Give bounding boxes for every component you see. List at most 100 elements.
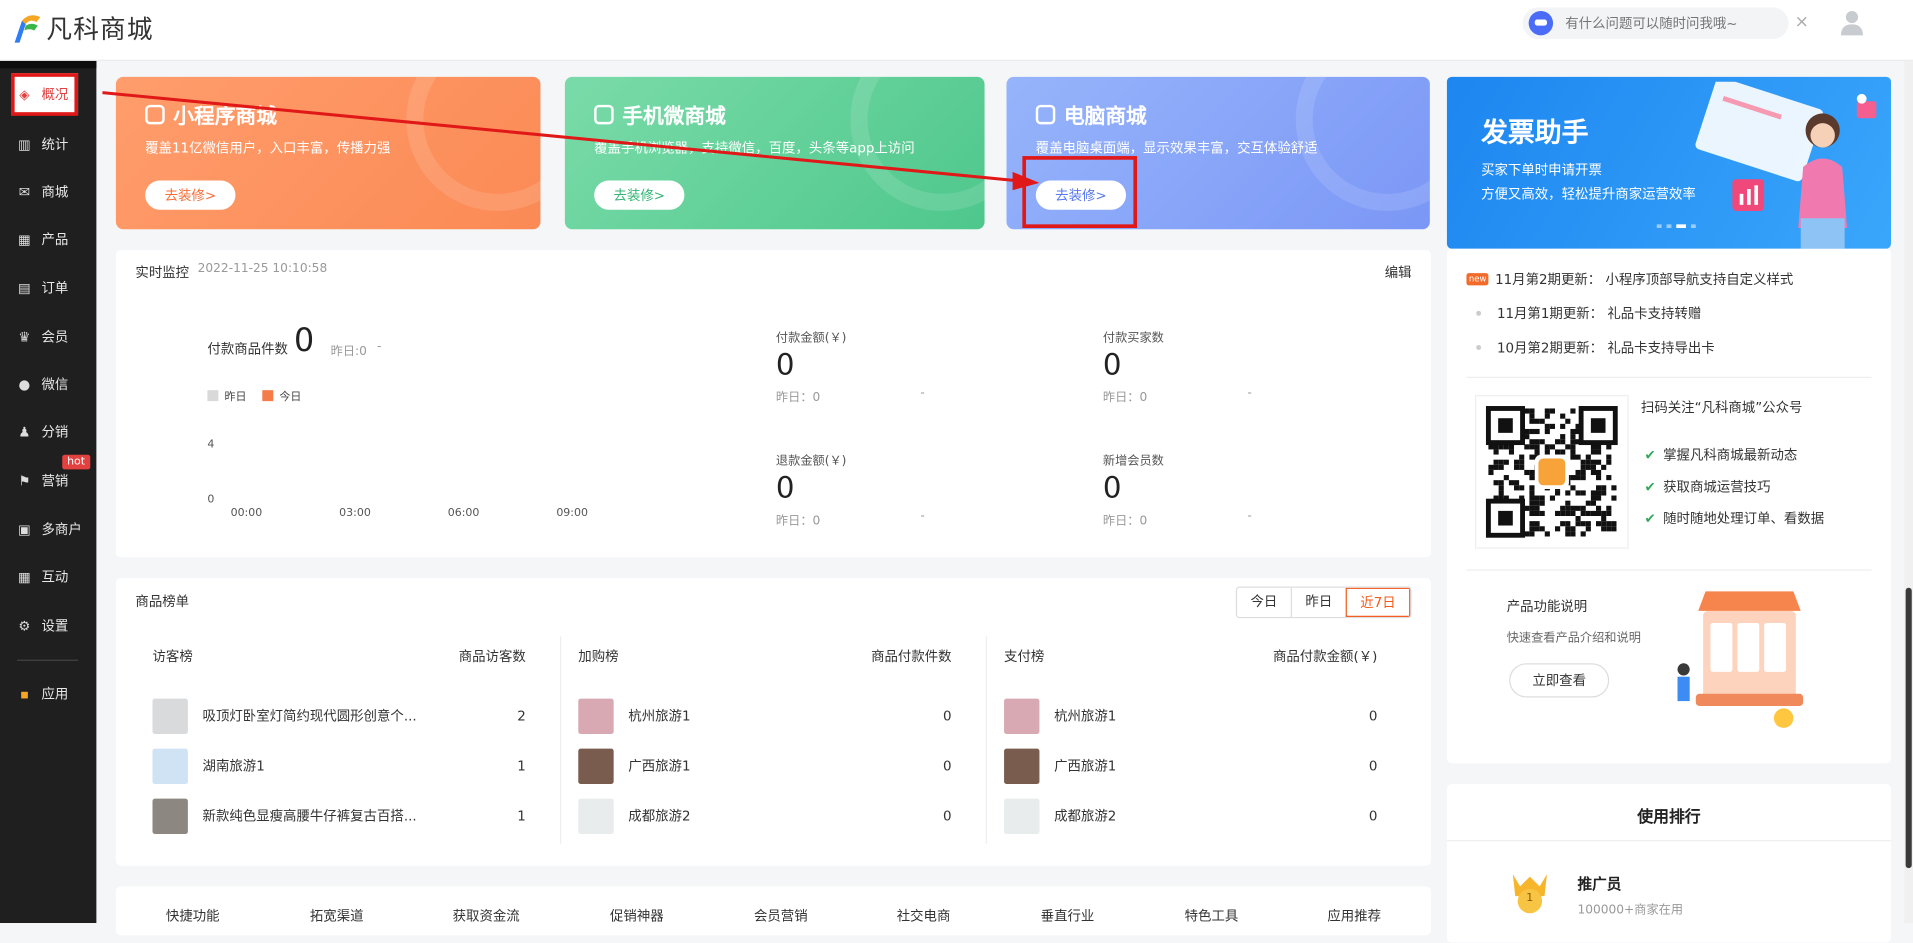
follow-title: 扫码关注“凡科商城”公众号	[1640, 399, 1803, 416]
check-icon: ✔	[1644, 510, 1656, 527]
column-divider	[559, 636, 562, 844]
benefit-item: ✔ 随时随地处理订单、看数据	[1645, 508, 1825, 528]
x-tick: 03:00	[339, 507, 371, 520]
kpi-value: 0	[1102, 470, 1122, 505]
tab-0[interactable]: 今日	[1237, 588, 1291, 617]
table-row[interactable]: 新款纯色显瘦高腰牛仔裤复古百搭... 1	[152, 797, 526, 834]
product-thumbnail	[152, 748, 188, 784]
column-header: 支付榜 商品付款金额(￥)	[1004, 646, 1377, 666]
kpi-dash: -	[1247, 509, 1252, 524]
paid-items-yesterday: 昨日:0	[330, 345, 367, 359]
product-metric: 0	[943, 707, 952, 724]
shop-illustration	[1677, 591, 1804, 728]
benefit-text: 随时随地处理订单、看数据	[1663, 510, 1825, 527]
bullet-icon	[1476, 310, 1482, 316]
kpi-label: 付款买家数	[1102, 331, 1164, 346]
column-metric: 商品访客数	[458, 648, 526, 665]
tab-2[interactable]: 近7日	[1345, 587, 1411, 617]
product-thumbnail	[1004, 698, 1040, 734]
kpi-3: 新增会员数 0 昨日：0 -	[1103, 450, 1347, 528]
update-item[interactable]: new 11月第2期更新： 小程序顶部导航支持自定义样式	[1466, 269, 1793, 289]
divider	[1446, 840, 1891, 842]
table-row[interactable]: 成都旅游2 0	[578, 797, 952, 834]
x-tick: 00:00	[230, 507, 263, 520]
update-text: 11月第1期更新： 礼品卡支持转赠	[1496, 306, 1702, 322]
kpi-2: 退款金额(￥) 0 昨日：0 -	[776, 450, 1020, 528]
updates-card: new 11月第2期更新： 小程序顶部导航支持自定义样式 11月第1期更新： 礼品卡…	[1446, 248, 1891, 764]
product-ranking-card: 商品榜单 今日 昨日 近7日 访客榜 商品访客数 吸顶灯卧室灯简约现代圆形创意个... 2…	[115, 577, 1432, 866]
kpi-yesterday-value: 昨日：0	[1102, 514, 1148, 528]
table-row[interactable]: 杭州旅游1 0	[1004, 697, 1377, 734]
kpi-yesterday-value: 昨日：0	[1102, 391, 1148, 405]
kpi-value: 0	[775, 470, 795, 505]
table-row[interactable]: 湖南旅游1 1	[152, 747, 526, 784]
product-name: 吸顶灯卧室灯简约现代圆形创意个...	[202, 708, 417, 725]
divider	[1466, 569, 1872, 571]
promo-carousel-dots[interactable]	[1656, 224, 1696, 229]
kpi-yesterday-value: 昨日：0	[775, 391, 821, 405]
product-metric: 0	[1368, 807, 1378, 824]
medal-rank: 1	[1526, 892, 1534, 905]
invoice-promo-banner[interactable]: 发票助手 买家下单时申请开票 方便又高效，轻松提升商家运营效率	[1446, 76, 1891, 249]
product-thumbnail	[578, 748, 614, 784]
divider	[1466, 376, 1872, 378]
ranking-column-1: 加购榜 商品付款件数 杭州旅游1 0 广西旅游1 0 成都旅游2 0	[560, 630, 970, 862]
monitor-timestamp: 2022-11-25 10:10:58	[197, 262, 328, 276]
usage-ranking-card: 使用排行 1 推广员 100000+商家在用	[1446, 784, 1891, 943]
edit-button[interactable]: 编辑	[1385, 262, 1412, 282]
product-name: 成都旅游2	[1054, 808, 1117, 825]
x-tick: 09:00	[556, 507, 588, 520]
intro-title: 产品功能说明	[1506, 598, 1588, 615]
table-row[interactable]: 成都旅游2 0	[1004, 797, 1377, 834]
medal-icon: 1	[1508, 869, 1552, 918]
update-item[interactable]: 10月第2期更新： 礼品卡支持导出卡	[1469, 338, 1715, 358]
product-name: 湖南旅游1	[202, 758, 265, 775]
product-name: 广西旅游1	[628, 758, 691, 775]
page-scrollbar[interactable]	[1904, 60, 1913, 924]
column-title: 加购榜	[578, 648, 619, 665]
table-row[interactable]: 杭州旅游1 0	[578, 697, 952, 734]
chart-legend: 昨日 今日	[207, 388, 301, 404]
x-tick: 06:00	[447, 507, 480, 520]
kpi-label: 付款金额(￥)	[775, 331, 847, 346]
table-row[interactable]: 广西旅游1 0	[578, 747, 952, 784]
usage-item-title: 推广员	[1577, 875, 1622, 893]
product-thumbnail	[1004, 798, 1040, 834]
y-tick-0: 0	[207, 493, 215, 507]
ranking-period-tabs: 今日 昨日 近7日	[1235, 586, 1412, 619]
product-thumbnail	[152, 698, 188, 734]
usage-title: 使用排行	[1637, 808, 1701, 827]
table-row[interactable]: 吸顶灯卧室灯简约现代圆形创意个... 2	[152, 697, 526, 734]
product-name: 广西旅游1	[1054, 758, 1117, 775]
promo-line1: 买家下单时申请开票	[1481, 162, 1602, 179]
kpi-label: 新增会员数	[1102, 454, 1164, 469]
column-metric: 商品付款件数	[871, 648, 952, 665]
update-item[interactable]: 11月第1期更新： 礼品卡支持转赠	[1469, 304, 1701, 324]
kpi-1: 付款买家数 0 昨日：0 -	[1103, 327, 1347, 405]
intro-desc: 快速查看产品介绍和说明	[1506, 631, 1641, 646]
paid-items-dash: -	[376, 340, 382, 354]
product-thumbnail	[152, 798, 188, 834]
kpi-yesterday: 昨日：0 -	[1103, 510, 1252, 528]
benefit-item: ✔ 掌握凡科商城最新动态	[1645, 445, 1798, 465]
kpi-dash: -	[1247, 386, 1252, 400]
product-metric: 0	[1368, 757, 1378, 774]
kpi-dash: -	[920, 509, 925, 524]
check-icon: ✔	[1644, 478, 1656, 495]
tab-1[interactable]: 昨日	[1290, 587, 1346, 617]
column-title: 支付榜	[1004, 648, 1045, 665]
usage-item-sub: 100000+商家在用	[1577, 903, 1684, 917]
update-text: 10月第2期更新： 礼品卡支持导出卡	[1496, 340, 1715, 357]
scrollbar-thumb[interactable]	[1905, 587, 1912, 869]
view-now-button[interactable]: 立即查看	[1509, 663, 1610, 698]
product-name: 成都旅游2	[628, 808, 691, 825]
column-header: 访客榜 商品访客数	[153, 646, 526, 666]
product-thumbnail	[578, 698, 614, 734]
promo-line2: 方便又高效，轻松提升商家运营效率	[1481, 186, 1696, 203]
product-thumbnail	[578, 798, 614, 834]
product-metric: 1	[517, 807, 526, 824]
kpi-value: 0	[1102, 347, 1122, 382]
legend-yesterday: 昨日	[224, 391, 247, 404]
product-metric: 1	[517, 757, 526, 774]
table-row[interactable]: 广西旅游1 0	[1004, 747, 1377, 784]
